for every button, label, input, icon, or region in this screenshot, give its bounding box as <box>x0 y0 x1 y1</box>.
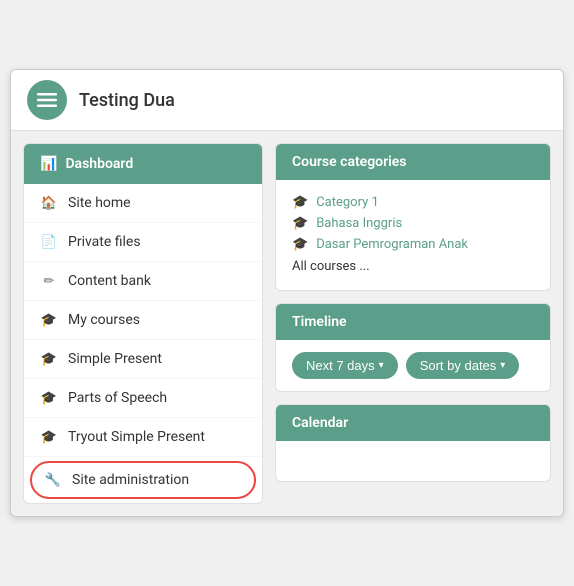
sidebar-item-label: Site administration <box>72 472 189 488</box>
timeline-card: Timeline Next 7 days ▾ Sort by dates ▾ <box>275 303 551 392</box>
dashboard-icon: 📊 <box>40 156 57 172</box>
category-item-3[interactable]: 🎓 Dasar Pemrograman Anak <box>292 234 534 255</box>
course-categories-card: Course categories 🎓 Category 1 🎓 Bahasa … <box>275 143 551 291</box>
mortarboard-icon: 🎓 <box>40 428 58 446</box>
sidebar-header-label: Dashboard <box>65 156 133 172</box>
sidebar-item-content-bank[interactable]: ✏ Content bank <box>24 262 262 301</box>
category-icon: 🎓 <box>292 237 308 252</box>
sidebar-item-tryout-simple-present[interactable]: 🎓 Tryout Simple Present <box>24 418 262 457</box>
wrench-icon: 🔧 <box>44 471 62 489</box>
hamburger-button[interactable] <box>27 80 67 120</box>
app-title: Testing Dua <box>79 90 175 111</box>
sidebar-item-label: Content bank <box>68 273 151 289</box>
pen-icon: ✏ <box>40 272 58 290</box>
top-bar: Testing Dua <box>11 70 563 131</box>
sidebar-item-label: My courses <box>68 312 140 328</box>
timeline-buttons: Next 7 days ▾ Sort by dates ▾ <box>276 340 550 391</box>
chevron-down-icon: ▾ <box>379 360 384 371</box>
sort-by-dates-label: Sort by dates <box>420 358 497 373</box>
category-label: Dasar Pemrograman Anak <box>316 237 468 252</box>
sidebar-item-my-courses[interactable]: 🎓 My courses <box>24 301 262 340</box>
course-categories-header: Course categories <box>276 144 550 180</box>
category-item-2[interactable]: 🎓 Bahasa Inggris <box>292 213 534 234</box>
sidebar-item-private-files[interactable]: 📄 Private files <box>24 223 262 262</box>
main-content: 📊 Dashboard 🏠 Site home 📄 Private files … <box>11 131 563 516</box>
right-panel: Course categories 🎓 Category 1 🎓 Bahasa … <box>275 143 551 504</box>
timeline-header: Timeline <box>276 304 550 340</box>
mortarboard-icon: 🎓 <box>40 389 58 407</box>
course-categories-body: 🎓 Category 1 🎓 Bahasa Inggris 🎓 Dasar Pe… <box>276 180 550 290</box>
chevron-down-icon: ▾ <box>500 360 505 371</box>
mortarboard-icon: 🎓 <box>40 350 58 368</box>
sidebar-item-label: Parts of Speech <box>68 390 167 406</box>
sort-by-dates-button[interactable]: Sort by dates ▾ <box>406 352 520 379</box>
mortarboard-icon: 🎓 <box>40 311 58 329</box>
category-item-1[interactable]: 🎓 Category 1 <box>292 192 534 213</box>
home-icon: 🏠 <box>40 194 58 212</box>
main-window: Testing Dua 📊 Dashboard 🏠 Site home 📄 Pr… <box>10 69 564 517</box>
sidebar-item-site-home[interactable]: 🏠 Site home <box>24 184 262 223</box>
category-icon: 🎓 <box>292 195 308 210</box>
file-icon: 📄 <box>40 233 58 251</box>
sidebar-header: 📊 Dashboard <box>24 144 262 184</box>
sidebar-item-site-administration[interactable]: 🔧 Site administration <box>30 461 256 499</box>
sidebar-item-label: Simple Present <box>68 351 162 367</box>
all-courses-link[interactable]: All courses ... <box>292 255 534 278</box>
sidebar-item-simple-present[interactable]: 🎓 Simple Present <box>24 340 262 379</box>
sidebar: 📊 Dashboard 🏠 Site home 📄 Private files … <box>23 143 263 504</box>
sidebar-item-label: Site home <box>68 195 131 211</box>
category-label: Category 1 <box>316 195 379 210</box>
sidebar-item-label: Private files <box>68 234 141 250</box>
category-label: Bahasa Inggris <box>316 216 402 231</box>
calendar-header: Calendar <box>276 405 550 441</box>
sidebar-item-parts-of-speech[interactable]: 🎓 Parts of Speech <box>24 379 262 418</box>
next-7-days-button[interactable]: Next 7 days ▾ <box>292 352 398 379</box>
next-7-days-label: Next 7 days <box>306 358 375 373</box>
calendar-body <box>276 441 550 481</box>
calendar-card: Calendar <box>275 404 551 482</box>
category-icon: 🎓 <box>292 216 308 231</box>
sidebar-item-label: Tryout Simple Present <box>68 429 205 445</box>
